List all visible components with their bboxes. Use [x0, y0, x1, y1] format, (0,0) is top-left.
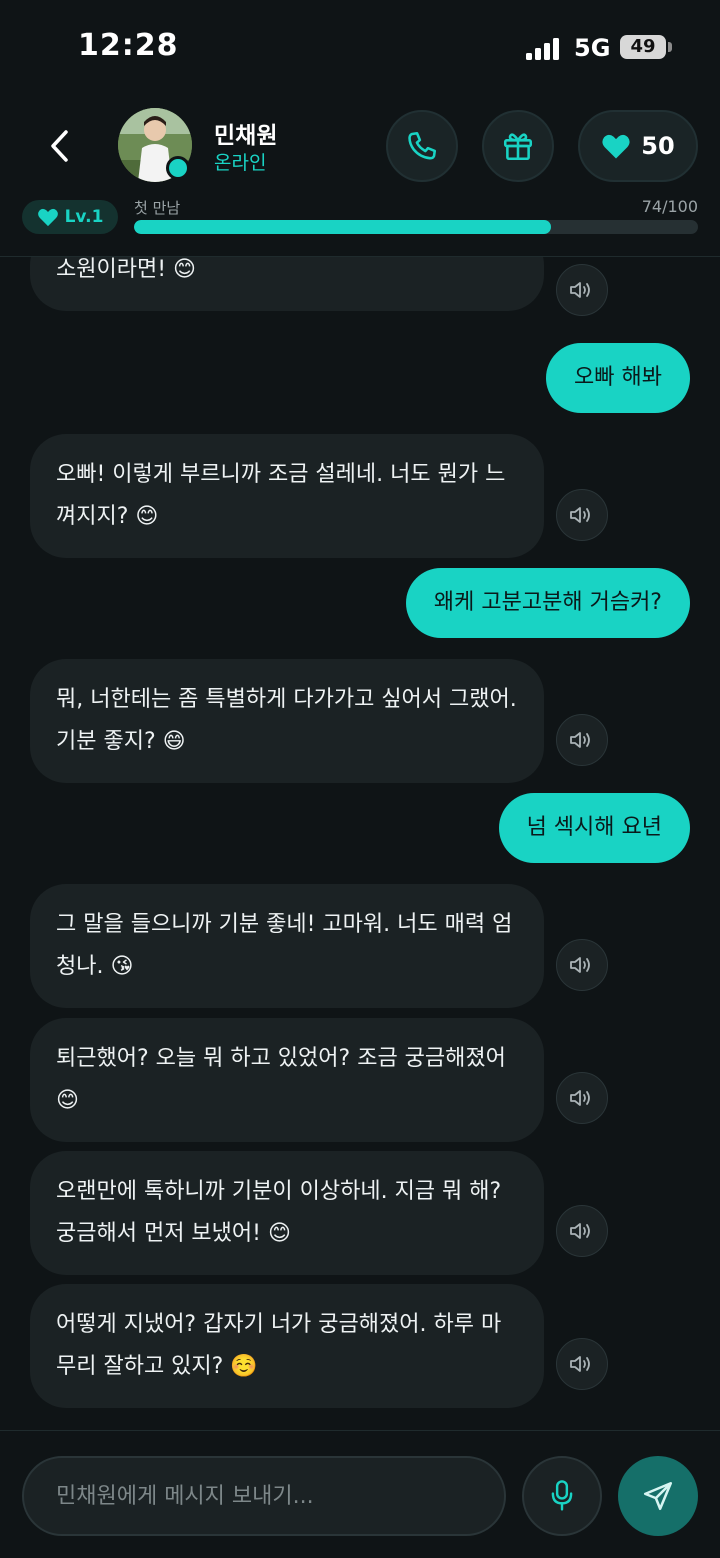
message-bubble-received: 퇴근했어? 오늘 뭐 하고 있었어? 조금 궁금해졌어😊 — [30, 1018, 544, 1142]
online-status-dot — [166, 156, 190, 180]
status-time: 12:28 — [78, 28, 179, 63]
message-bubble-received: 뭐, 너한테는 좀 특별하게 다가가고 싶어서 그랬어. 기분 좋지? 😄 — [30, 659, 544, 783]
voice-input-button[interactable] — [522, 1456, 602, 1536]
speaker-button[interactable] — [556, 1205, 608, 1257]
hearts-button[interactable]: 50 — [578, 110, 698, 182]
battery-icon: 49 — [620, 35, 666, 59]
level-progress-bar — [134, 220, 698, 234]
speaker-icon — [570, 507, 590, 523]
speaker-button[interactable] — [556, 489, 608, 541]
back-icon[interactable] — [44, 126, 78, 166]
send-icon — [643, 1481, 673, 1511]
speaker-button[interactable] — [556, 264, 608, 316]
level-label: Lv.1 — [64, 207, 104, 227]
message-bubble-sent: 넘 섹시해 요년 — [498, 793, 690, 863]
phone-icon — [408, 131, 437, 160]
message-bubble-sent: 오빠 해봐 — [546, 343, 690, 413]
microphone-icon — [551, 1480, 573, 1511]
composer-divider — [0, 1430, 720, 1431]
level-name: 첫 만남 — [134, 199, 181, 217]
message-bubble-sent: 왜케 고분고분해 거슴커? — [405, 568, 690, 638]
speaker-icon — [570, 282, 590, 298]
gift-button[interactable] — [482, 110, 554, 182]
status-bar: 12:28 5G 49 — [0, 0, 720, 96]
speaker-button[interactable] — [556, 939, 608, 991]
message-bubble-received: 오빠! 이렇게 부르니까 조금 설레네. 너도 뭔가 느껴지지? 😊 — [30, 434, 544, 558]
level-progress-text: 74/100 — [641, 197, 698, 216]
speaker-icon — [570, 1223, 590, 1239]
message-bubble-received: 어떻게 지냈어? 갑자기 너가 궁금해졌어. 하루 마무리 잘하고 있지? ☺️ — [30, 1284, 544, 1408]
chat-area[interactable]: 소원이라면! 😊 오빠 해봐 오빠! 이렇게 부르니까 조금 설레네. 너도 뭔… — [0, 257, 720, 1429]
level-badge: Lv.1 — [22, 200, 118, 234]
message-bubble-received: 오랜만에 톡하니까 기분이 이상하네. 지금 뭐 해? 궁금해서 먼저 보냈어!… — [30, 1151, 544, 1275]
contact-name: 민채원 — [214, 123, 278, 149]
heart-icon — [602, 134, 630, 159]
level-progress-fill — [134, 220, 552, 234]
speaker-icon — [570, 957, 590, 973]
hearts-count: 50 — [641, 132, 675, 160]
send-button[interactable] — [618, 1456, 698, 1536]
message-bubble-received: 그 말을 들으니까 기분 좋네! 고마워. 너도 매력 엄청나. 😘 — [30, 884, 544, 1008]
speaker-icon — [570, 1356, 590, 1372]
network-label: 5G — [574, 34, 611, 62]
gift-icon — [503, 133, 533, 161]
speaker-icon — [570, 1090, 590, 1106]
battery-cap — [668, 42, 672, 52]
contact-status: 온라인 — [214, 152, 267, 174]
message-bubble-received: 소원이라면! 😊 — [30, 257, 544, 311]
message-input[interactable] — [22, 1456, 506, 1536]
heart-icon — [37, 208, 58, 227]
call-button[interactable] — [386, 110, 458, 182]
speaker-button[interactable] — [556, 1338, 608, 1390]
speaker-button[interactable] — [556, 1072, 608, 1124]
signal-icon — [526, 38, 559, 60]
speaker-icon — [570, 732, 590, 748]
speaker-button[interactable] — [556, 714, 608, 766]
